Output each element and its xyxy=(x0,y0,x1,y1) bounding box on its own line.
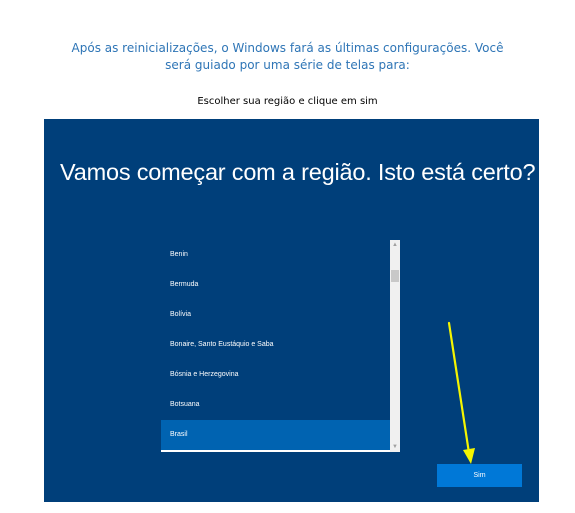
intro-text: Após as reinicializações, o Windows fará… xyxy=(0,40,575,74)
yes-button[interactable]: Sim xyxy=(437,464,522,487)
region-item[interactable]: Benin xyxy=(161,240,390,270)
region-item-selected[interactable]: Brasil xyxy=(161,420,390,450)
region-item[interactable]: Bolívia xyxy=(161,300,390,330)
region-item[interactable]: Bermuda xyxy=(161,270,390,300)
region-item[interactable]: Bósnia e Herzegovina xyxy=(161,360,390,390)
region-list[interactable]: Benin Bermuda Bolívia Bonaire, Santo Eus… xyxy=(161,240,400,452)
intro-line-1: Após as reinicializações, o Windows fará… xyxy=(71,41,504,55)
scroll-thumb[interactable] xyxy=(391,270,399,282)
scroll-down-arrow-icon[interactable]: ▼ xyxy=(390,442,400,452)
region-heading: Vamos começar com a região. Isto está ce… xyxy=(60,159,536,185)
scroll-up-arrow-icon[interactable]: ▲ xyxy=(390,240,400,250)
windows-setup-screen: Vamos começar com a região. Isto está ce… xyxy=(44,119,539,502)
region-list-items: Benin Bermuda Bolívia Bonaire, Santo Eus… xyxy=(161,240,390,452)
region-list-scrollbar[interactable]: ▲ ▼ xyxy=(390,240,400,452)
region-item[interactable]: Bonaire, Santo Eustáquio e Saba xyxy=(161,330,390,360)
intro-line-2: será guiado por uma série de telas para: xyxy=(165,58,410,72)
region-item[interactable]: Botsuana xyxy=(161,390,390,420)
instruction-caption: Escolher sua região e clique em sim xyxy=(197,96,378,107)
